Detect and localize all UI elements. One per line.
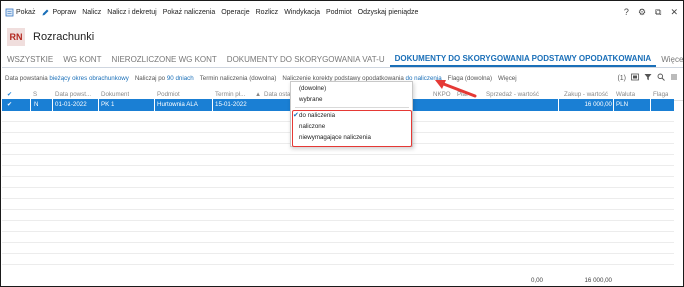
highlight-box (292, 110, 412, 147)
cell-date: 01-01-2022 (55, 101, 87, 108)
menu-icon[interactable] (670, 73, 678, 83)
cell-purchase-value: 16 000,00 (584, 101, 612, 108)
close-icon[interactable]: ✕ (670, 7, 678, 18)
gear-icon[interactable]: ⚙ (638, 7, 646, 18)
row-checkbox[interactable]: ✔ (7, 99, 12, 111)
filter-calculation-deadline[interactable]: Termin naliczenia (dowolna) (197, 75, 280, 82)
tab-bar: WSZYSTKIE WG KONT NIEROZLICZONE WG KONT … (2, 52, 683, 68)
filter-calculate-after[interactable]: Naliczaj po 90 dniach (132, 75, 197, 82)
window-frame: Pokaż Popraw Nalicz Nalicz i dekretuj Po… (0, 0, 684, 287)
show-icon (5, 8, 14, 17)
grid-footer: 0,00 16 000,00 (2, 277, 683, 286)
toolbar-recover-money-button[interactable]: Odzyskaj pieniądze (355, 2, 422, 22)
tab-unsettled-by-accounts[interactable]: NIEROZLICZONE WG KONT (106, 55, 221, 67)
tab-vat-correction-documents[interactable]: DOKUMENTY DO SKORYGOWANIA VAT-U (222, 55, 390, 67)
toolbar-settle-button[interactable]: Rozlicz (253, 2, 282, 22)
filter-count: (1) (617, 74, 626, 82)
cell-entity: Hurtownia ALA (157, 101, 198, 108)
help-icon[interactable]: ? (624, 7, 629, 17)
page-title: Rozrachunki (33, 31, 95, 43)
app-header: RN Rozrachunki (2, 24, 683, 50)
cell-due-date: 15-01-2022 (215, 101, 247, 108)
cell-document: PK 1 (101, 101, 115, 108)
purchase-total: 16 000,00 (584, 277, 612, 284)
toolbar-calculate-post-label: Nalicz i dekretuj (107, 8, 157, 16)
app-logo: RN (7, 28, 25, 46)
pencil-icon (41, 8, 50, 17)
toolbar-collection-button[interactable]: Windykacja (281, 2, 323, 22)
restore-window-icon[interactable]: ⧉ (655, 7, 661, 18)
toolbar-calculate-post-button[interactable]: Nalicz i dekretuj (104, 2, 159, 22)
tab-more[interactable]: Więcej (656, 55, 683, 67)
toolbar-show-label: Pokaż (16, 8, 36, 16)
tab-tax-base-correction-documents[interactable]: DOKUMENTY DO SKORYGOWANIA PODSTAWY OPODA… (389, 54, 657, 67)
toolbar-show-button[interactable]: Pokaż (2, 2, 38, 22)
cell-sales-value (486, 99, 554, 111)
filter-more[interactable]: Więcej (495, 75, 520, 82)
toolbar-settle-label: Rozlicz (255, 8, 279, 16)
dropdown-option-selected[interactable]: wybrane (299, 95, 322, 105)
dropdown-divider (295, 107, 409, 108)
cell-status: N (34, 101, 39, 108)
toolbar-show-calculations-button[interactable]: Pokaż naliczenia (160, 2, 219, 22)
toolbar-recover-money-label: Odzyskaj pieniądze (357, 8, 419, 16)
window-controls: ? ⚙ ⧉ ✕ (624, 2, 678, 22)
toolbar-calculate-button[interactable]: Nalicz (79, 2, 104, 22)
toolbar-collection-label: Windykacja (284, 8, 320, 16)
sales-total: 0,00 (530, 277, 543, 284)
toolbar-edit-button[interactable]: Popraw (38, 2, 79, 22)
tab-all[interactable]: WSZYSTKIE (2, 55, 58, 67)
toolbar-operations-label: Operacje (221, 8, 250, 16)
toolbar-edit-label: Popraw (52, 8, 77, 16)
dropdown-option-any[interactable]: (dowolne) (299, 84, 326, 94)
search-icon[interactable] (657, 73, 665, 83)
cell-currency: PLN (616, 101, 629, 108)
tab-by-accounts[interactable]: WG KONT (58, 55, 106, 67)
toolbar-entity-button[interactable]: Podmiot (323, 2, 355, 22)
annotation-arrow-icon (435, 80, 477, 98)
toolbar-show-calculations-label: Pokaż naliczenia (162, 8, 216, 16)
toolbar-entity-label: Podmiot (325, 8, 352, 16)
toolbar-calculate-label: Nalicz (82, 8, 102, 16)
export-icon[interactable] (631, 73, 639, 83)
filter-icon[interactable] (644, 73, 652, 83)
toolbar-operations-button[interactable]: Operacje (218, 2, 252, 22)
filter-creation-date[interactable]: Data powstania bieżący okres obrachunkow… (2, 75, 132, 82)
filter-tools: (1) (617, 72, 678, 84)
toolbar: Pokaż Popraw Nalicz Nalicz i dekretuj Po… (2, 2, 683, 22)
